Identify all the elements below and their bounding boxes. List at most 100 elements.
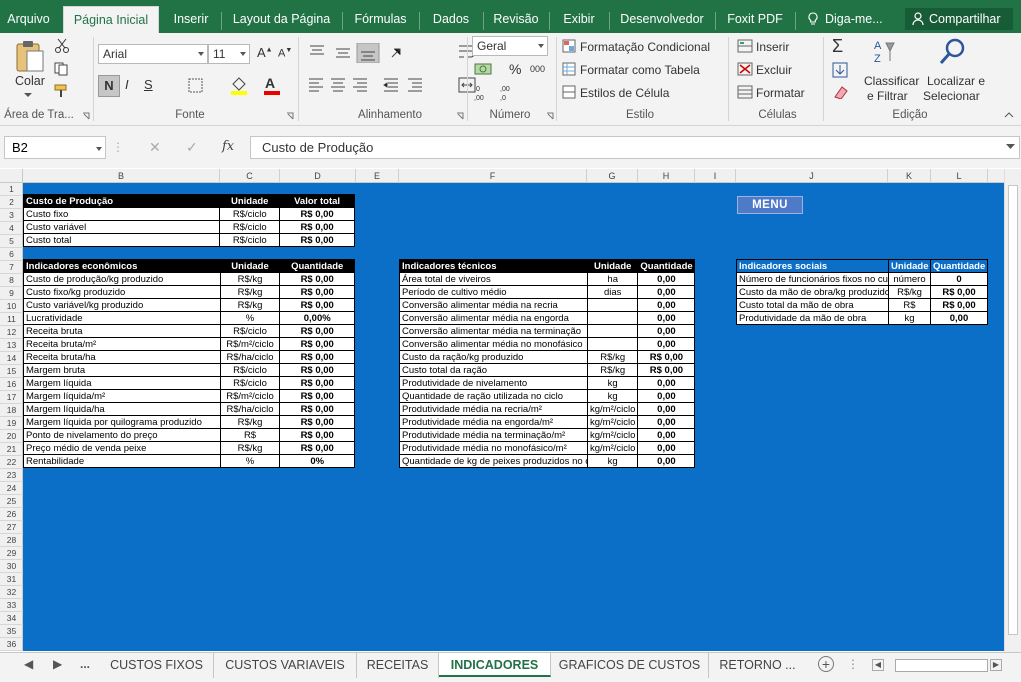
unit-cell[interactable]: kg/m²/ciclo [586, 428, 639, 442]
row-header[interactable]: 18 [0, 404, 23, 417]
row-header[interactable]: 3 [0, 209, 23, 222]
tab-pagina-inicial[interactable]: Página Inicial [63, 6, 159, 33]
unit-cell[interactable]: R$/kg [219, 441, 281, 455]
tab-formulas[interactable]: Fórmulas [343, 0, 418, 33]
header-cell[interactable]: Indicadores técnicos [399, 259, 588, 273]
value-cell[interactable]: 0,00 [637, 415, 696, 429]
unit-cell[interactable]: % [219, 311, 281, 325]
label-cell[interactable]: Margem líquida por quilograma produzido [23, 415, 221, 429]
italic-button[interactable]: I [125, 77, 129, 92]
dialog-launcher-icon[interactable] [82, 112, 90, 120]
row-header[interactable]: 17 [0, 391, 23, 404]
currency-icon[interactable] [474, 61, 498, 77]
value-cell[interactable]: 0,00 [637, 311, 696, 325]
shrink-font-icon[interactable]: A▼ [278, 47, 292, 60]
label-cell[interactable]: Produtividade da mão de obra [736, 311, 889, 325]
more-sheets-button[interactable]: ... [80, 657, 90, 671]
unit-cell[interactable] [586, 324, 639, 338]
column-header[interactable]: G [587, 169, 638, 183]
cell-styles-icon[interactable] [562, 85, 576, 99]
enter-check-icon[interactable]: ✓ [186, 139, 198, 156]
next-sheet-icon[interactable]: ▶ [53, 657, 62, 671]
unit-cell[interactable] [586, 298, 639, 312]
header-cell[interactable]: Quantidade [279, 259, 355, 273]
cancel-icon[interactable]: ✕ [149, 139, 161, 156]
horizontal-align-icons[interactable] [308, 77, 448, 93]
value-cell[interactable]: R$ 0,00 [279, 207, 355, 221]
fill-down-icon[interactable] [832, 62, 848, 78]
value-cell[interactable]: R$ 0,00 [279, 272, 355, 286]
horizontal-scrollbar[interactable] [895, 659, 988, 672]
unit-cell[interactable]: R$ [219, 428, 281, 442]
row-header[interactable]: 13 [0, 339, 23, 352]
label-cell[interactable]: Lucratividade [23, 311, 221, 325]
tab-revisao[interactable]: Revisão [484, 0, 548, 33]
tab-inserir[interactable]: Inserir [162, 0, 220, 33]
value-cell[interactable]: 0,00 [637, 389, 696, 403]
label-cell[interactable]: Produtividade média na engorda/m² [399, 415, 588, 429]
value-cell[interactable]: R$ 0,00 [279, 441, 355, 455]
row-header[interactable]: 12 [0, 326, 23, 339]
label-cell[interactable]: Custo da mão de obra/kg produzido [736, 285, 889, 299]
expand-formula-icon[interactable] [1006, 144, 1015, 150]
unit-cell[interactable]: ha [586, 272, 639, 286]
label-cell[interactable]: Custo fixo/kg produzido [23, 285, 221, 299]
autosum-icon[interactable]: Σ [832, 36, 843, 57]
row-header[interactable]: 35 [0, 625, 23, 638]
header-cell[interactable]: Indicadores sociais [736, 259, 889, 273]
find-line1[interactable]: Localizar e [927, 74, 985, 88]
value-cell[interactable]: R$ 0,00 [930, 298, 988, 312]
row-header[interactable]: 27 [0, 521, 23, 534]
header-cell[interactable]: Custo de Produção [22, 194, 221, 208]
delete-cells-icon[interactable] [737, 62, 753, 76]
header-cell[interactable]: Quantidade [930, 259, 988, 273]
value-cell[interactable]: R$ 0,00 [279, 350, 355, 364]
label-cell[interactable]: Produtividade média na terminação/m² [399, 428, 588, 442]
sort-filter-icon[interactable]: AZ [872, 37, 906, 67]
row-header[interactable]: 34 [0, 612, 23, 625]
unit-cell[interactable]: kg [586, 389, 639, 403]
row-header[interactable]: 33 [0, 599, 23, 612]
row-header[interactable]: 10 [0, 300, 23, 313]
row-header[interactable]: 4 [0, 222, 23, 235]
label-cell[interactable]: Custo fixo [22, 207, 221, 221]
label-cell[interactable]: Produtividade média na recria/m² [399, 402, 588, 416]
value-cell[interactable]: 0,00 [637, 376, 696, 390]
column-header[interactable]: F [399, 169, 587, 183]
sort-line2[interactable]: e Filtrar [867, 89, 908, 103]
label-cell[interactable]: Receita bruta [23, 324, 221, 338]
value-cell[interactable]: 0,00 [637, 337, 696, 351]
value-cell[interactable]: R$ 0,00 [279, 233, 355, 247]
label-cell[interactable]: Margem bruta [23, 363, 221, 377]
format-table-button[interactable]: Formatar como Tabela [580, 63, 700, 77]
value-cell[interactable]: R$ 0,00 [279, 324, 355, 338]
add-sheet-button[interactable]: + [818, 656, 834, 672]
copy-icon[interactable] [54, 62, 70, 76]
row-header[interactable]: 2 [0, 196, 23, 209]
tab-arquivo[interactable]: Arquivo [0, 0, 57, 33]
collapse-ribbon-icon[interactable] [1004, 111, 1014, 118]
row-header[interactable]: 25 [0, 495, 23, 508]
value-cell[interactable]: R$ 0,00 [279, 376, 355, 390]
row-header[interactable]: 22 [0, 456, 23, 469]
header-cell[interactable]: Unidade [888, 259, 931, 273]
label-cell[interactable]: Custo variável/kg produzido [23, 298, 221, 312]
select-all-corner[interactable] [0, 169, 23, 183]
label-cell[interactable]: Período de cultivo médio [399, 285, 588, 299]
unit-cell[interactable]: dias [586, 285, 639, 299]
row-header[interactable]: 31 [0, 573, 23, 586]
value-cell[interactable]: 0,00 [637, 441, 696, 455]
font-name-dropdown[interactable]: Arial [98, 44, 208, 64]
vertical-scrollbar[interactable] [1004, 169, 1021, 652]
font-color-icon[interactable]: A [265, 75, 275, 91]
unit-cell[interactable]: R$/kg [888, 285, 931, 299]
header-cell[interactable]: Indicadores econômicos [23, 259, 221, 273]
label-cell[interactable]: Margem líquida/ha [23, 402, 221, 416]
prev-sheet-icon[interactable]: ◀ [24, 657, 33, 671]
bold-button[interactable]: N [98, 75, 120, 97]
insert-function-button[interactable]: fx [222, 139, 234, 154]
row-header[interactable]: 7 [0, 261, 23, 274]
row-header[interactable]: 15 [0, 365, 23, 378]
paste-label[interactable]: Colar [15, 74, 45, 88]
unit-cell[interactable]: kg [586, 376, 639, 390]
